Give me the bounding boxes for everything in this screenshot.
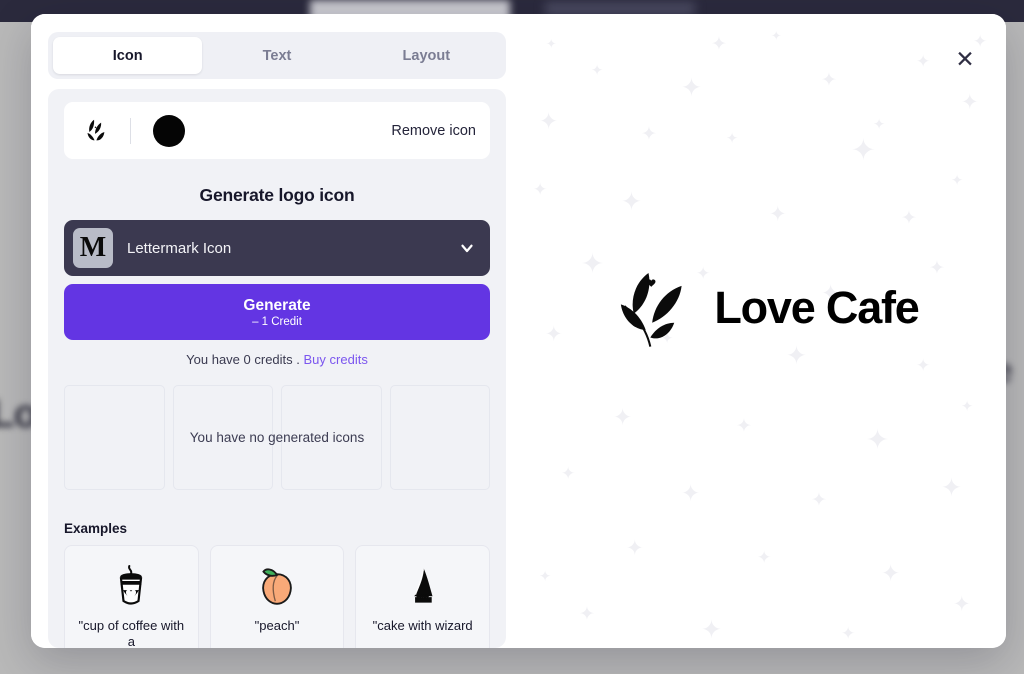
sparkle-icon: ✦ — [681, 480, 701, 506]
example-card-coffee[interactable]: "cup of coffee with a — [64, 545, 199, 648]
sparkle-icon: ✦ — [873, 117, 886, 133]
logo-text: Love Cafe — [714, 282, 919, 333]
example-caption: "peach" — [254, 618, 300, 633]
credits-status: You have 0 credits . Buy credits — [64, 352, 490, 367]
generated-icon-slot[interactable] — [389, 385, 490, 490]
icon-style-select[interactable]: M Lettermark Icon — [64, 220, 490, 276]
sparkle-icon: ✦ — [961, 399, 974, 415]
sparkle-icon: ✦ — [701, 616, 723, 644]
left-editor-panel: Icon Text Layout Remove icon Generate lo… — [31, 14, 521, 648]
color-swatch[interactable] — [153, 114, 185, 147]
logo-editor-modal: ✕ Icon Text Layout Remove icon Generate … — [31, 14, 1006, 648]
sparkle-icon: ✦ — [626, 537, 644, 560]
sparkle-icon: ✦ — [916, 356, 931, 375]
tab-layout[interactable]: Layout — [352, 37, 501, 74]
sparkle-icon: ✦ — [711, 34, 727, 55]
generated-icon-slot[interactable] — [281, 385, 382, 490]
leaf-heart-logo-icon — [621, 273, 682, 347]
sparkle-icon: ✦ — [961, 91, 979, 114]
tab-bar: Icon Text Layout — [48, 32, 506, 79]
peach-icon — [256, 562, 298, 610]
sparkle-icon: ✦ — [953, 593, 971, 616]
buy-credits-link[interactable]: Buy credits — [304, 352, 368, 367]
example-card-wizard[interactable]: "cake with wizard — [355, 545, 490, 648]
chevron-down-icon — [461, 244, 473, 253]
sparkle-icon: ✦ — [579, 604, 595, 625]
generated-icon-slot[interactable] — [172, 385, 273, 490]
sparkle-icon: ✦ — [539, 108, 559, 134]
tab-text[interactable]: Text — [202, 37, 351, 74]
generate-button-sublabel: – 1 Credit — [252, 315, 302, 328]
sparkle-icon: ✦ — [533, 180, 548, 199]
examples-title: Examples — [64, 521, 128, 536]
sparkle-icon: ✦ — [866, 424, 889, 455]
current-icon-row: Remove icon — [64, 102, 490, 159]
sparkle-icon: ✦ — [771, 29, 782, 43]
logo-preview: Love Cafe — [521, 262, 1006, 354]
icon-style-select-value: Lettermark Icon — [127, 239, 232, 257]
sparkle-icon: ✦ — [916, 52, 931, 71]
example-caption: "cake with wizard — [372, 618, 473, 633]
generate-button-label: Generate — [243, 296, 311, 314]
sparkle-icon: ✦ — [901, 208, 917, 229]
leaf-logo-icon — [87, 119, 105, 140]
coffee-cup-icon — [111, 562, 151, 610]
tab-icon[interactable]: Icon — [53, 37, 203, 74]
logo-preview-panel: ✦ ✦ ✦ ✦ ✦ ✦ ✦ ✦ ✦ ✦ ✦ ✦ ✦ ✦ ✦ ✦ ✦ ✦ ✦ ✦ ✦ ✦ ✦ ✦ ✦ ✦ ✦ ✦ ✦ ✦ ✦ ✦ ✦ ✦ ✦ ✦ ✦ ✦ ✦ ✦… — [521, 14, 1006, 648]
lettermark-thumbnail: M — [73, 228, 113, 268]
sparkle-icon: ✦ — [821, 70, 837, 91]
icon-row-divider — [130, 117, 131, 144]
sparkle-icon: ✦ — [591, 63, 604, 79]
examples-grid: "cup of coffee with a "peach" "cake with… — [64, 545, 490, 648]
generate-button[interactable]: Generate – 1 Credit — [64, 284, 490, 340]
generate-section-title: Generate logo icon — [199, 185, 355, 205]
generated-icon-slot[interactable] — [64, 385, 165, 490]
sparkle-icon: ✦ — [757, 548, 772, 567]
sparkle-icon: ✦ — [851, 134, 876, 167]
sparkle-icon: ✦ — [561, 464, 576, 483]
icon-settings-card: Remove icon Generate logo icon M Letterm… — [48, 89, 506, 648]
example-card-peach[interactable]: "peach" — [209, 545, 345, 648]
sparkle-icon: ✦ — [681, 74, 703, 102]
sparkle-icon: ✦ — [726, 131, 739, 147]
sparkle-icon: ✦ — [641, 124, 657, 145]
sparkle-icon: ✦ — [621, 188, 643, 216]
generated-icons-grid: You have no generated icons — [64, 385, 490, 490]
remove-icon-button[interactable]: Remove icon — [391, 123, 476, 139]
sparkle-icon: ✦ — [841, 624, 856, 643]
sparkle-icon: ✦ — [951, 173, 964, 189]
sparkle-icon: ✦ — [613, 404, 633, 430]
sparkle-icon: ✦ — [811, 490, 827, 511]
example-caption: "cup of coffee with a — [78, 618, 185, 648]
close-icon[interactable]: ✕ — [948, 42, 982, 76]
sparkle-icon: ✦ — [881, 560, 901, 586]
credits-count-text: You have 0 credits . — [186, 352, 300, 367]
sparkle-icon: ✦ — [546, 37, 557, 51]
sparkle-icon: ✦ — [539, 569, 552, 585]
sparkle-icon: ✦ — [769, 203, 787, 226]
wizard-hat-icon — [404, 562, 442, 610]
sparkle-icon: ✦ — [736, 416, 752, 437]
sparkle-icon: ✦ — [941, 474, 963, 502]
